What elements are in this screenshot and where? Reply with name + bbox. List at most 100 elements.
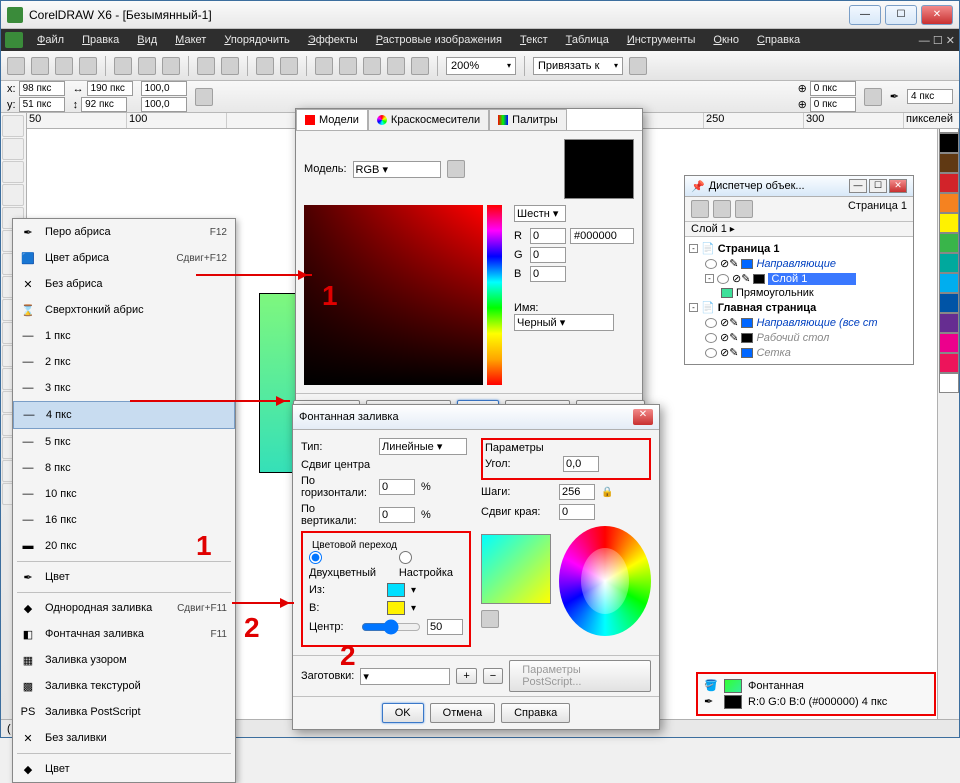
dock-ico2[interactable] bbox=[713, 200, 731, 218]
path-icon[interactable] bbox=[481, 610, 499, 628]
tab-palettes[interactable]: Палитры bbox=[489, 109, 567, 130]
menu-effects[interactable]: Эффекты bbox=[300, 31, 366, 49]
color-wheel[interactable] bbox=[559, 526, 651, 636]
custom-radio[interactable]: Настройка bbox=[399, 551, 463, 579]
swatch[interactable] bbox=[939, 173, 959, 193]
tree-grid[interactable]: ⊘✎Сетка bbox=[705, 345, 909, 360]
menu-tools[interactable]: Инструменты bbox=[619, 31, 704, 49]
owidth-field[interactable]: 4 пкс bbox=[907, 89, 953, 104]
t1-icon[interactable] bbox=[315, 57, 333, 75]
redo-icon[interactable] bbox=[221, 57, 239, 75]
tree-master[interactable]: -📄 Главная страница bbox=[689, 300, 909, 315]
outline-swatch[interactable] bbox=[724, 695, 742, 709]
fill-swatch[interactable] bbox=[724, 679, 742, 693]
menu-text[interactable]: Текст bbox=[512, 31, 556, 49]
menu-view[interactable]: Вид bbox=[129, 31, 165, 49]
color-name-combo[interactable]: Черный ▾ bbox=[514, 314, 614, 331]
tree-guides[interactable]: ⊘✎Направляющие bbox=[705, 256, 909, 271]
eyedropper-icon[interactable] bbox=[447, 160, 465, 178]
mi-5px[interactable]: —5 пкс bbox=[13, 429, 235, 455]
tree-mguides[interactable]: ⊘✎Направляющие (все ст bbox=[705, 315, 909, 330]
hex-field[interactable]: #000000 bbox=[570, 228, 634, 244]
print-icon[interactable] bbox=[79, 57, 97, 75]
docker-pin-icon[interactable]: 📌 bbox=[691, 180, 705, 193]
w-field[interactable]: 190 пкс bbox=[87, 81, 133, 96]
ff-cancel-button[interactable]: Отмена bbox=[430, 703, 495, 723]
x-field[interactable]: 98 пкс bbox=[19, 81, 65, 96]
swatch[interactable] bbox=[939, 193, 959, 213]
swatch[interactable] bbox=[939, 313, 959, 333]
cut-icon[interactable] bbox=[114, 57, 132, 75]
hue-bar[interactable] bbox=[487, 205, 502, 385]
mi-pattern-fill[interactable]: ▦Заливка узором bbox=[13, 647, 235, 673]
type-combo[interactable]: Линейные ▾ bbox=[379, 438, 467, 455]
dock-ico1[interactable] bbox=[691, 200, 709, 218]
t2-icon[interactable] bbox=[339, 57, 357, 75]
b-field[interactable] bbox=[530, 266, 566, 282]
sx-field[interactable]: 100,0 bbox=[141, 81, 187, 96]
tab-mixers[interactable]: Краскосмесители bbox=[368, 109, 489, 130]
docker-close[interactable]: ✕ bbox=[889, 179, 907, 193]
mi-texture-fill[interactable]: ▩Заливка текстурой bbox=[13, 673, 235, 699]
t4-icon[interactable] bbox=[387, 57, 405, 75]
corner-icon[interactable] bbox=[864, 88, 882, 106]
menu-help[interactable]: Справка bbox=[749, 31, 808, 49]
preset-del[interactable]: − bbox=[483, 668, 503, 684]
ff-close-button[interactable]: ✕ bbox=[633, 409, 653, 425]
mi-outline-color[interactable]: 🟦Цвет абрисаСдвиг+F12 bbox=[13, 245, 235, 271]
mi-fountain-fill[interactable]: ◧Фонтачная заливкаF11 bbox=[13, 621, 235, 647]
docker-max[interactable]: ☐ bbox=[869, 179, 887, 193]
swatch[interactable] bbox=[939, 233, 959, 253]
mi-10px[interactable]: —10 пкс bbox=[13, 481, 235, 507]
export-icon[interactable] bbox=[280, 57, 298, 75]
menu-window[interactable]: Окно bbox=[705, 31, 747, 49]
preset-add[interactable]: + bbox=[456, 668, 476, 684]
snap-combo[interactable]: Привязать к bbox=[533, 57, 623, 75]
zoom-tool[interactable] bbox=[2, 184, 24, 206]
dock-ico3[interactable] bbox=[735, 200, 753, 218]
zoom-combo[interactable]: 200% bbox=[446, 57, 516, 75]
swatch[interactable] bbox=[939, 133, 959, 153]
pick-tool[interactable] bbox=[2, 115, 24, 137]
tree-layer1[interactable]: -⊘✎Слой 1 bbox=[705, 271, 909, 286]
mi-color2[interactable]: ◆Цвет bbox=[13, 756, 235, 782]
mi-hairline[interactable]: ⌛Сверхтонкий абрис bbox=[13, 297, 235, 323]
swatch[interactable] bbox=[939, 273, 959, 293]
menu-table[interactable]: Таблица bbox=[558, 31, 617, 49]
swatch[interactable] bbox=[939, 213, 959, 233]
undo-icon[interactable] bbox=[197, 57, 215, 75]
g-field[interactable] bbox=[530, 247, 566, 263]
hex-mode[interactable]: Шестн ▾ bbox=[514, 205, 566, 222]
mi-uniform-fill[interactable]: ◆Однородная заливкаСдвиг+F11 bbox=[13, 595, 235, 621]
t3-icon[interactable] bbox=[363, 57, 381, 75]
menu-bitmaps[interactable]: Растровые изображения bbox=[368, 31, 510, 49]
y-field[interactable]: 51 пкс bbox=[19, 97, 65, 112]
tree-page1[interactable]: -📄 Страница 1 bbox=[689, 241, 909, 256]
mi-no-fill[interactable]: ✕Без заливки bbox=[13, 725, 235, 751]
from-color[interactable] bbox=[387, 583, 405, 597]
tab-models[interactable]: Модели bbox=[296, 109, 368, 130]
edge-field[interactable] bbox=[559, 504, 595, 520]
mi-1px[interactable]: —1 пкс bbox=[13, 323, 235, 349]
r-field[interactable] bbox=[530, 228, 566, 244]
mi-3px[interactable]: —3 пкс bbox=[13, 375, 235, 401]
mid-slider[interactable] bbox=[361, 619, 421, 635]
menu-edit[interactable]: Правка bbox=[74, 31, 127, 49]
mi-2px[interactable]: —2 пкс bbox=[13, 349, 235, 375]
tree-desktop[interactable]: ⊘✎Рабочий стол bbox=[705, 330, 909, 345]
to-color[interactable] bbox=[387, 601, 405, 615]
menu-file[interactable]: Файл bbox=[29, 31, 72, 49]
h-field[interactable]: 92 пкс bbox=[81, 97, 127, 112]
crop-tool[interactable] bbox=[2, 161, 24, 183]
swatch[interactable] bbox=[939, 153, 959, 173]
angle-field[interactable] bbox=[563, 456, 599, 472]
open-icon[interactable] bbox=[31, 57, 49, 75]
import-icon[interactable] bbox=[256, 57, 274, 75]
swatch[interactable] bbox=[939, 333, 959, 353]
close-button[interactable]: ✕ bbox=[921, 5, 953, 25]
new-icon[interactable] bbox=[7, 57, 25, 75]
model-combo[interactable]: RGB ▾ bbox=[353, 161, 441, 178]
docker-min[interactable]: — bbox=[849, 179, 867, 193]
swatch[interactable] bbox=[939, 373, 959, 393]
lock-icon[interactable] bbox=[195, 88, 213, 106]
